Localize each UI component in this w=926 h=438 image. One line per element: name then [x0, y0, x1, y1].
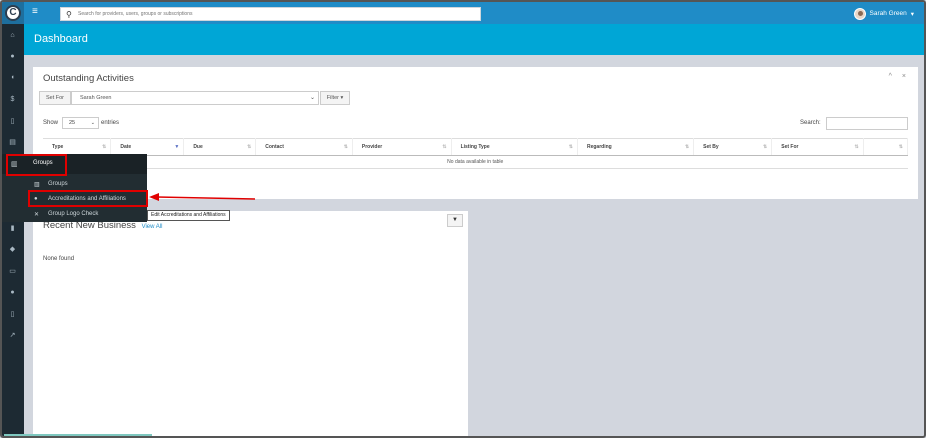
column-header-listing-type[interactable]: Listing Type ⇅ [451, 138, 578, 156]
column-header-regarding[interactable]: Regarding ⇅ [577, 138, 695, 156]
app-logo[interactable]: C [5, 5, 21, 21]
highlight-accreditations-item [28, 190, 148, 207]
column-header-type[interactable]: Type ⇅ [43, 138, 112, 156]
set-for-select[interactable]: Sarah Green ⌄ [71, 91, 319, 105]
sort-desc-icon: ▼ [174, 144, 180, 150]
chart-icon[interactable]: ◖ [8, 74, 17, 82]
dollar-icon[interactable]: $ [8, 96, 17, 104]
user-name: Sarah Green [869, 10, 907, 17]
avatar [853, 7, 866, 20]
inbox-icon[interactable]: ▭ [8, 268, 17, 276]
sort-icon: ⇅ [247, 144, 252, 150]
sort-icon: ⇅ [568, 144, 573, 150]
calendar-icon[interactable]: ▤ [8, 139, 17, 147]
page-title: Dashboard [34, 33, 88, 45]
external-link-icon[interactable]: ↗ [8, 332, 17, 340]
entries-label: entries [101, 120, 120, 126]
global-search-input[interactable] [78, 9, 473, 19]
entries-per-page-value: 25 [69, 120, 76, 126]
progress-strip [4, 434, 152, 436]
chevron-down-icon: ⌄ [309, 95, 315, 101]
entries-per-page-select[interactable]: 25 ⌄ [62, 117, 99, 129]
panel-tools[interactable]: ^ × [889, 73, 910, 80]
empty-message: None found [43, 256, 75, 262]
outstanding-activities-panel: Outstanding Activities ^ × Set For Sarah… [33, 65, 918, 199]
column-header-set-for[interactable]: Set For ⇅ [771, 138, 864, 156]
empty-table-message: No data available in table [43, 155, 908, 169]
user-icon[interactable]: ● [8, 289, 17, 297]
dashboard-icon[interactable]: ⌂ [8, 32, 17, 40]
annotation-arrow-icon [149, 193, 256, 201]
column-header-due[interactable]: Due ⇅ [183, 138, 257, 156]
globe-icon[interactable]: ● [8, 53, 17, 61]
menu-item-label: Group Logo Check [48, 211, 99, 217]
search-icon: ⚲ [66, 10, 72, 19]
document-icon[interactable]: ▯ [8, 118, 17, 126]
clipboard-icon[interactable]: ▮ [8, 225, 17, 233]
sort-icon: ⇅ [763, 144, 768, 150]
menu-item-group-logo-check[interactable]: ✕ Group Logo Check [24, 208, 147, 222]
report-icon[interactable]: ▯ [8, 311, 17, 319]
sort-icon: ⇅ [343, 144, 348, 150]
app-window: C ≡ ⚲ Sarah Green ▾ ⌂ ● ◖ $ ▯ ▤ ▥ ▦ ● ▮ … [0, 0, 926, 438]
highlight-groups-header [6, 154, 67, 176]
chart-icon: ▥ [34, 182, 40, 188]
user-menu[interactable]: Sarah Green ▾ [853, 7, 914, 20]
global-search[interactable]: ⚲ [60, 7, 481, 21]
column-header-contact[interactable]: Contact ⇅ [255, 138, 353, 156]
column-header-date[interactable]: Date ▼ [110, 138, 185, 156]
table-search-label: Search: [800, 120, 821, 126]
show-label: Show [43, 120, 59, 126]
page-header: Dashboard [24, 24, 924, 55]
sort-icon: ⇅ [442, 144, 447, 150]
tooltip: Edit Accreditations and Affiliations [147, 210, 230, 221]
filter-icon[interactable]: ▼ [447, 214, 463, 227]
sort-icon: ⇅ [102, 144, 107, 150]
chevron-down-icon: ⌄ [90, 120, 95, 126]
table-header-row: Type ⇅ Date ▼ Due ⇅ Contact ⇅ Provider ⇅ List… [43, 138, 909, 156]
set-for-label: Set For [39, 91, 71, 105]
table-row: No data available in table [43, 155, 908, 169]
column-header-actions[interactable]: ⇅ [863, 138, 909, 156]
table-search-input[interactable] [826, 117, 908, 130]
bell-icon[interactable]: ◆ [8, 246, 17, 254]
panel-border [33, 65, 918, 67]
column-header-provider[interactable]: Provider ⇅ [352, 138, 452, 156]
top-bar: C ≡ ⚲ Sarah Green ▾ [2, 2, 924, 24]
hamburger-menu-icon[interactable]: ≡ [32, 7, 38, 17]
filter-button[interactable]: Filter ▾ [320, 91, 350, 105]
panel-title: Outstanding Activities [43, 73, 134, 84]
activities-table: Type ⇅ Date ▼ Due ⇅ Contact ⇅ Provider ⇅ List… [43, 138, 909, 169]
menu-item-label: Groups [48, 181, 68, 187]
sort-icon: ⇅ [898, 144, 903, 150]
sort-icon: ⇅ [854, 144, 859, 150]
icon-sidebar: ⌂ ● ◖ $ ▯ ▤ ▥ ▦ ● ▮ ◆ ▭ ● ▯ ↗ [2, 24, 24, 436]
view-all-link[interactable]: View All [142, 224, 163, 230]
column-header-set-by[interactable]: Set By ⇅ [693, 138, 773, 156]
chevron-down-icon: ▾ [910, 10, 914, 18]
set-for-value: Sarah Green [80, 95, 112, 101]
check-icon: ✕ [34, 212, 40, 218]
sort-icon: ⇅ [684, 144, 690, 150]
recent-new-business-panel: Recent New Business View All ▼ None foun… [33, 209, 468, 436]
